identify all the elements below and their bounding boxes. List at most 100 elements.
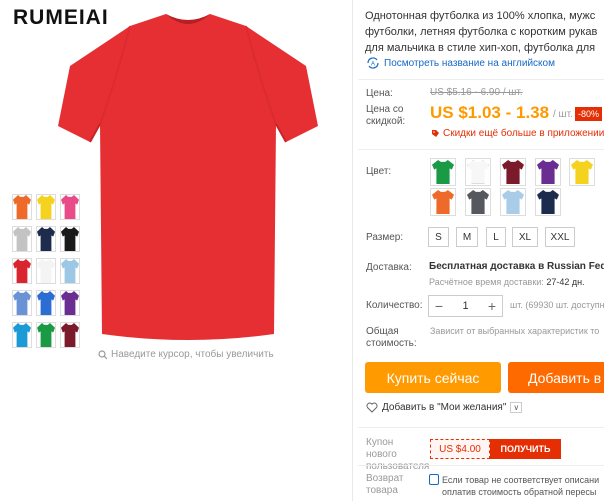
tshirt-icon (467, 190, 489, 214)
app-discount-link[interactable]: Скидки ещё больше в приложении ▾ (431, 128, 604, 139)
discount-price-label-line: Цена со (366, 104, 404, 115)
section-divider (358, 427, 604, 428)
quantity-label: Количество: (366, 300, 423, 311)
returns-text: Если товар не соответствует описани опла… (442, 474, 604, 498)
coupon-amount: US $4.00 (430, 439, 490, 459)
product-thumbnail[interactable] (36, 290, 56, 316)
section-divider (358, 149, 604, 150)
buy-now-button[interactable]: Купить сейчас (365, 362, 501, 393)
product-thumbnail[interactable] (12, 258, 32, 284)
delivery-time-label: Расчётное время доставки: (429, 277, 544, 287)
product-title-line: футболки, летняя футболка с коротким рук… (365, 26, 598, 38)
heart-icon (366, 402, 378, 413)
size-option-button[interactable]: XL (512, 227, 538, 247)
color-swatch[interactable] (430, 158, 456, 186)
product-thumbnail[interactable] (36, 194, 56, 220)
old-price: US $5.16 - 6.90 / шт. (430, 87, 523, 98)
section-divider (358, 465, 604, 466)
returns-label: Возврат товара (366, 473, 404, 497)
thumbnail-grid (12, 194, 84, 348)
product-thumbnail[interactable] (60, 290, 80, 316)
delivery-time-value: 27-42 дн. (546, 277, 585, 287)
size-option-button[interactable]: S (428, 227, 449, 247)
product-thumbnail[interactable] (60, 194, 80, 220)
product-thumbnail[interactable] (60, 258, 80, 284)
product-thumbnail[interactable] (36, 258, 56, 284)
product-thumbnail[interactable] (36, 226, 56, 252)
product-thumbnail[interactable] (12, 290, 32, 316)
returns-text-line: оплатив стоимость обратной пересы (442, 487, 597, 497)
tshirt-icon (467, 160, 489, 184)
total-value: Зависит от выбранных характеристик то (430, 326, 600, 336)
translate-icon: A (367, 57, 379, 69)
discount-price-label-line: скидкой: (366, 116, 406, 127)
tshirt-icon (61, 323, 79, 347)
app-discount-text[interactable]: Скидки ещё больше в приложении (443, 128, 604, 139)
delivery-time: Расчётное время доставки: 27-42 дн. (429, 277, 585, 287)
price-label: Цена: (366, 88, 393, 99)
zoom-hint: Наведите курсор, чтобы увеличить (98, 349, 274, 360)
returns-text-line: Если товар не соответствует описани (442, 475, 600, 485)
tshirt-icon (61, 195, 79, 219)
product-title: Однотонная футболка из 100% хлопка, мужс… (365, 8, 604, 56)
tshirt-icon (432, 160, 454, 184)
section-divider (358, 79, 604, 80)
color-label: Цвет: (366, 166, 392, 177)
quantity-stepper[interactable]: − 1 + (428, 295, 503, 317)
total-label: Общая стоимость: (366, 326, 417, 350)
size-option-button[interactable]: XXL (545, 227, 575, 247)
wishlist-text[interactable]: Добавить в "Мои желания" (382, 402, 506, 413)
total-label-line: стоимость: (366, 338, 417, 349)
translate-title-link[interactable]: A Посмотреть название на английском (366, 57, 555, 69)
color-swatch[interactable] (430, 188, 456, 216)
quantity-input[interactable]: 1 (449, 300, 482, 312)
color-swatch[interactable] (500, 188, 526, 216)
tshirt-icon (13, 195, 31, 219)
product-thumbnail[interactable] (36, 322, 56, 348)
color-swatch[interactable] (535, 158, 561, 186)
shipping-value[interactable]: Бесплатная доставка в Russian Federa (429, 261, 604, 272)
price-unit: / шт. (553, 109, 573, 120)
quantity-plus-button[interactable]: + (482, 298, 502, 314)
coupon-label: Купон нового пользователя (366, 437, 429, 473)
tshirt-icon (13, 323, 31, 347)
discount-price-label: Цена со скидкой: (366, 104, 405, 128)
color-swatch[interactable] (500, 158, 526, 186)
tshirt-icon (502, 160, 524, 184)
tshirt-icon (61, 259, 79, 283)
tshirt-icon (432, 190, 454, 214)
color-swatch[interactable] (535, 188, 561, 216)
color-swatch[interactable] (465, 158, 491, 186)
get-coupon-button[interactable]: ПОЛУЧИТЬ (490, 439, 561, 459)
size-option-button[interactable]: L (486, 227, 506, 247)
wishlist-dropdown[interactable]: ∨ (510, 402, 523, 413)
tshirt-icon (37, 259, 55, 283)
color-swatch[interactable] (465, 188, 491, 216)
add-to-cart-button[interactable]: Добавить в к (508, 362, 604, 393)
product-thumbnail[interactable] (60, 226, 80, 252)
product-thumbnail[interactable] (60, 322, 80, 348)
quantity-available: шт. (69930 шт. доступн (510, 300, 604, 310)
discount-badge: -80% (575, 107, 603, 121)
add-to-wishlist[interactable]: Добавить в "Мои желания" ∨ (366, 402, 523, 413)
shipping-label: Доставка: (366, 262, 412, 273)
tshirt-icon (13, 291, 31, 315)
return-policy-icon (429, 474, 439, 485)
color-swatch[interactable] (569, 158, 595, 186)
translate-link-text[interactable]: Посмотреть название на английском (384, 58, 555, 69)
tshirt-icon (37, 291, 55, 315)
product-thumbnail[interactable] (12, 322, 32, 348)
quantity-minus-button[interactable]: − (429, 298, 449, 314)
tshirt-icon (37, 227, 55, 251)
size-option-button[interactable]: M (456, 227, 478, 247)
tshirt-icon (502, 190, 524, 214)
total-label-line: Общая (366, 326, 399, 337)
product-title-line: для мальчика в стиле хип-хоп, футболка д… (365, 42, 596, 54)
product-thumbnail[interactable] (12, 194, 32, 220)
product-thumbnail[interactable] (12, 226, 32, 252)
size-label: Размер: (366, 232, 404, 243)
returns-label-line: товара (366, 485, 398, 496)
current-price: US $1.03 - 1.38 (430, 103, 550, 122)
tag-icon (432, 130, 439, 137)
tshirt-icon (37, 323, 55, 347)
